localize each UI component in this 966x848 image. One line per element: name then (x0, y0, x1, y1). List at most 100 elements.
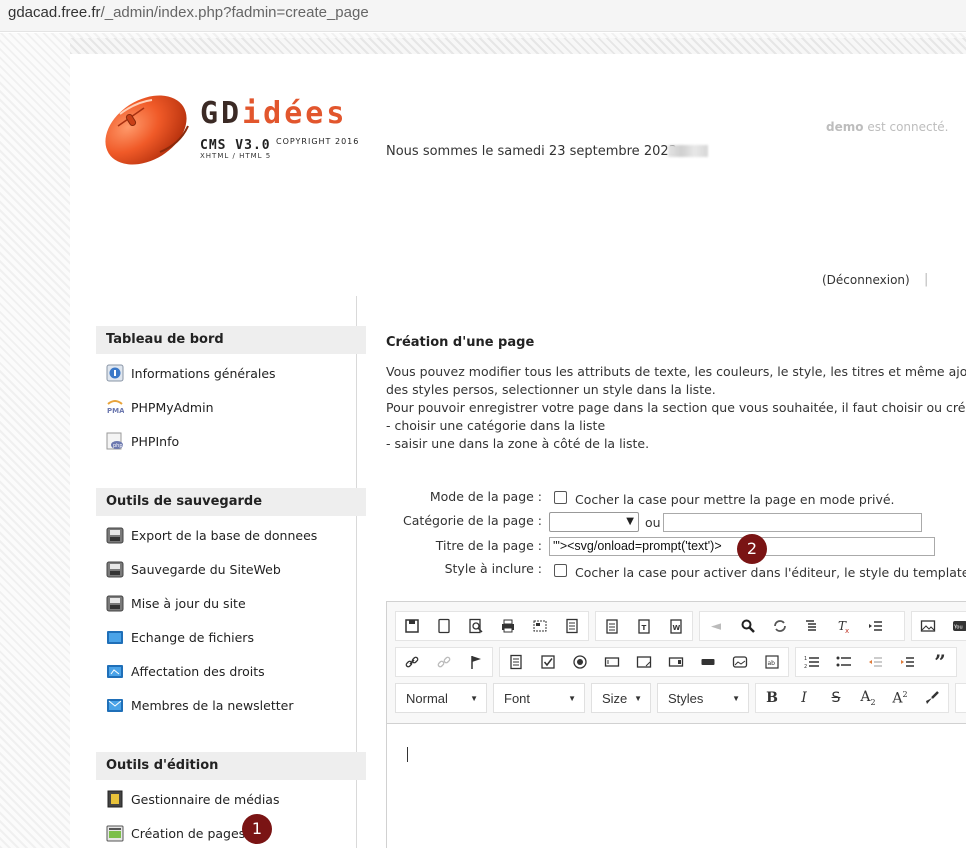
templates-button[interactable] (524, 612, 556, 640)
format-combo-value: Normal (406, 691, 448, 706)
superscript-button[interactable]: A2 (884, 684, 916, 712)
outdent-button[interactable] (860, 648, 892, 676)
bulleted-list-icon (836, 656, 851, 667)
italic-icon: I (801, 690, 807, 706)
hidden-field-button[interactable]: ab (756, 648, 788, 676)
newsletter-icon (107, 699, 123, 712)
button-icon (701, 659, 715, 665)
undo-button[interactable]: ◄ (700, 612, 732, 640)
document-icon (566, 618, 578, 634)
save-button[interactable] (396, 612, 428, 640)
replace-button[interactable] (764, 612, 796, 640)
toolbar-list-group: 12 ” (795, 647, 957, 677)
indent-icon (869, 621, 882, 631)
sidebar-item-create-pages[interactable]: Création de pages (106, 822, 346, 844)
private-mode-text: Cocher la case pour mettre la page en mo… (575, 492, 895, 507)
checkbox-icon (541, 655, 555, 669)
blockquote-button[interactable]: ” (924, 648, 956, 676)
intro-line: des styles persos, selectionner un style… (386, 382, 716, 397)
radio-button[interactable] (564, 648, 596, 676)
paste-word-button[interactable]: W (660, 612, 692, 640)
sidebar-item-label: Export de la base de donnees (131, 527, 318, 543)
image-button-button[interactable] (724, 648, 756, 676)
copy-format-button[interactable] (916, 684, 948, 712)
document-button[interactable] (556, 612, 588, 640)
sidebar-item-rights[interactable]: Affectation des droits (106, 660, 346, 682)
styles-combo-value: Styles (668, 691, 704, 706)
logo-title: GDidées (200, 96, 347, 131)
rights-icon (107, 665, 123, 678)
strikethrough-icon: S (831, 690, 841, 706)
category-label: Catégorie de la page : (403, 513, 542, 528)
sidebar-item-label: PHPInfo (131, 433, 180, 449)
bold-button[interactable]: B (756, 684, 788, 712)
sidebar-item-backup-site[interactable]: Sauvegarde du SiteWeb (106, 558, 346, 580)
paste-button[interactable] (596, 612, 628, 640)
sidebar-item-file-exchange[interactable]: Echange de fichiers (106, 626, 346, 648)
sidebar-item-phpinfo[interactable]: php PHPInfo (106, 430, 346, 452)
bulleted-list-button[interactable] (828, 648, 860, 676)
styles-combo[interactable]: Styles ▼ (657, 683, 749, 713)
svg-text:You: You (953, 625, 963, 631)
numbered-list-button[interactable]: 12 (796, 648, 828, 676)
form-icon (510, 654, 522, 670)
top-stripe (70, 38, 966, 54)
editor-content-area[interactable] (387, 723, 966, 848)
size-combo[interactable]: Size ▼ (591, 683, 651, 713)
toolbar-document-group (395, 611, 589, 641)
checkbox-button[interactable] (532, 648, 564, 676)
youtube-button[interactable]: You (944, 612, 966, 640)
format-combo[interactable]: Normal ▼ (395, 683, 487, 713)
url-text[interactable]: gdacad.free.fr/_admin/index.php?fadmin=c… (8, 4, 369, 21)
new-category-input[interactable] (663, 513, 922, 532)
youtube-icon: You (953, 621, 966, 631)
logout-link[interactable]: (Déconnexion) (822, 273, 910, 287)
info-globe-icon (106, 364, 124, 382)
sidebar-item-media-manager[interactable]: Gestionnaire de médias (106, 788, 346, 810)
unlink-button[interactable] (428, 648, 460, 676)
category-or: ou (645, 515, 661, 530)
sidebar-item-newsletter[interactable]: Membres de la newsletter (106, 694, 346, 716)
hidden-field-icon: ab (765, 655, 779, 669)
link-button[interactable] (396, 648, 428, 676)
remove-format-button[interactable]: Tx (828, 612, 860, 640)
template-style-checkbox[interactable] (554, 564, 567, 577)
image-button[interactable] (912, 612, 944, 640)
category-select[interactable]: ▼ (549, 512, 639, 532)
step-badge-2: 2 (737, 534, 767, 564)
private-mode-checkbox[interactable] (554, 491, 567, 504)
subscript-button[interactable]: A2 (852, 684, 884, 712)
logo-title-a: GD (200, 96, 243, 131)
toolbar-edit-group: ◄ Tx (699, 611, 905, 641)
textarea-button[interactable] (628, 648, 660, 676)
sidebar-item-phpmyadmin[interactable]: PMA PHPMyAdmin (106, 396, 346, 418)
update-icon (106, 595, 124, 612)
font-combo[interactable]: Font ▼ (493, 683, 585, 713)
svg-text:PMA: PMA (107, 407, 124, 415)
select-all-button[interactable] (796, 612, 828, 640)
sidebar-section-dashboard: Tableau de bord (96, 326, 366, 354)
sidebar-item-informations[interactable]: Informations générales (106, 362, 346, 384)
browser-address-bar[interactable]: gdacad.free.fr/_admin/index.php?fadmin=c… (0, 0, 966, 32)
italic-button[interactable]: I (788, 684, 820, 712)
sidebar-item-label: Mise à jour du site (131, 595, 246, 611)
chevron-down-icon: ▼ (626, 516, 634, 527)
strikethrough-button[interactable]: S (820, 684, 852, 712)
textfield-button[interactable] (596, 648, 628, 676)
indent-button[interactable] (860, 612, 892, 640)
anchor-button[interactable] (460, 648, 492, 676)
unlink-icon (437, 656, 451, 668)
sidebar-item-update-site[interactable]: Mise à jour du site (106, 592, 346, 614)
preview-button[interactable] (460, 612, 492, 640)
sidebar-item-export-db[interactable]: Export de la base de donnees (106, 524, 346, 546)
indent-list-button[interactable] (892, 648, 924, 676)
print-button[interactable] (492, 612, 524, 640)
new-page-button[interactable] (428, 612, 460, 640)
svg-text:W: W (673, 624, 681, 632)
form-button[interactable] (500, 648, 532, 676)
paste-text-button[interactable]: T (628, 612, 660, 640)
button-button[interactable] (692, 648, 724, 676)
select-button[interactable] (660, 648, 692, 676)
new-page-icon (438, 618, 450, 634)
find-button[interactable] (732, 612, 764, 640)
